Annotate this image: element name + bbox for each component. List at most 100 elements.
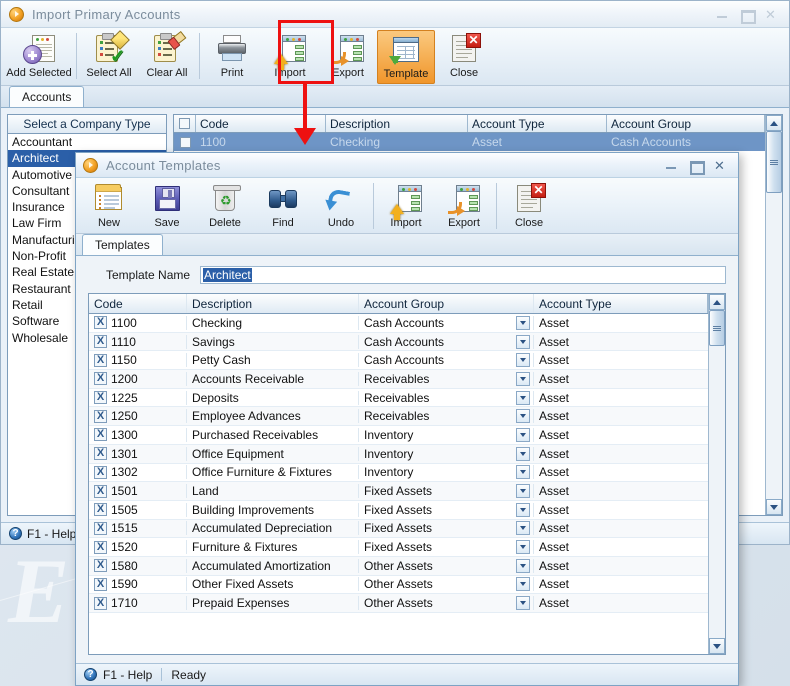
help-icon[interactable]: ? (9, 527, 22, 540)
chevron-down-icon[interactable] (516, 502, 530, 517)
cell-account-group[interactable]: Inventory (359, 465, 534, 480)
scrollbar-track[interactable] (709, 310, 725, 638)
tab-templates[interactable]: Templates (82, 234, 163, 255)
table-row[interactable]: X 1250 Employee Advances Receivables Asset (89, 407, 708, 427)
dialog-button-close[interactable]: ✕ Close (500, 180, 558, 234)
column-header-account-group[interactable]: Account Group (359, 294, 534, 313)
toolbar-button-export[interactable]: Export (319, 30, 377, 84)
table-row[interactable]: X 1501 Land Fixed Assets Asset (89, 482, 708, 501)
column-header-code[interactable]: Code (89, 294, 187, 313)
delete-row-icon[interactable]: X (94, 335, 107, 349)
scroll-down-button[interactable] (766, 499, 782, 515)
column-header-code[interactable]: Code (196, 115, 326, 132)
table-row[interactable]: X 1300 Purchased Receivables Inventory Asset (89, 426, 708, 445)
chevron-down-icon[interactable] (516, 521, 530, 536)
column-header-description[interactable]: Description (187, 294, 359, 313)
dialog-close-icon[interactable]: ✕ (713, 159, 726, 172)
table-row[interactable]: X 1301 Office Equipment Inventory Asset (89, 444, 708, 464)
tab-accounts[interactable]: Accounts (9, 86, 85, 107)
scroll-up-button[interactable] (766, 115, 782, 131)
cell-account-group[interactable]: Inventory (359, 427, 534, 442)
cell-account-group[interactable]: Fixed Assets (359, 484, 534, 499)
dialog-minimize-icon[interactable] (665, 159, 678, 172)
delete-row-icon[interactable]: X (94, 596, 107, 610)
chevron-down-icon[interactable] (516, 409, 530, 424)
cell-account-group[interactable]: Other Assets (359, 558, 534, 573)
chevron-down-icon[interactable] (516, 446, 530, 461)
cell-account-group[interactable]: Cash Accounts (359, 353, 534, 368)
toolbar-button-import[interactable]: Import (261, 30, 319, 84)
delete-row-icon[interactable]: X (94, 540, 107, 554)
template-name-input[interactable]: Architect (200, 266, 726, 284)
accounts-grid-scrollbar[interactable] (765, 115, 782, 515)
chevron-down-icon[interactable] (516, 315, 530, 330)
select-all-checkbox-header[interactable] (174, 115, 196, 132)
minimize-icon[interactable] (716, 8, 729, 21)
dialog-button-save[interactable]: Save (138, 180, 196, 234)
checkbox-icon[interactable] (179, 118, 190, 129)
toolbar-button-select-all[interactable]: ✓ Select All (80, 30, 138, 84)
table-row[interactable]: X 1100 Checking Cash Accounts Asset (89, 314, 708, 333)
chevron-down-icon[interactable] (516, 596, 530, 611)
delete-row-icon[interactable]: X (94, 465, 107, 479)
table-row[interactable]: X 1590 Other Fixed Assets Other Assets Asset (89, 576, 708, 595)
chevron-down-icon[interactable] (516, 577, 530, 592)
delete-row-icon[interactable]: X (94, 484, 107, 498)
cell-account-group[interactable]: Cash Accounts (359, 315, 534, 330)
toolbar-button-clear-all[interactable]: Clear All (138, 30, 196, 84)
help-icon[interactable]: ? (84, 668, 97, 681)
cell-account-group[interactable]: Other Assets (359, 577, 534, 592)
delete-row-icon[interactable]: X (94, 409, 107, 423)
toolbar-button-add-selected[interactable]: Add Selected (5, 30, 73, 84)
toolbar-button-template[interactable]: Template (377, 30, 435, 84)
delete-row-icon[interactable]: X (94, 316, 107, 330)
delete-row-icon[interactable]: X (94, 503, 107, 517)
table-row[interactable]: X 1110 Savings Cash Accounts Asset (89, 332, 708, 352)
table-row[interactable]: 1100 Checking Asset Cash Accounts (174, 133, 765, 151)
chevron-down-icon[interactable] (516, 427, 530, 442)
scroll-up-button[interactable] (709, 294, 725, 310)
delete-row-icon[interactable]: X (94, 521, 107, 535)
table-row[interactable]: X 1710 Prepaid Expenses Other Assets Asset (89, 594, 708, 613)
delete-row-icon[interactable]: X (94, 372, 107, 386)
chevron-down-icon[interactable] (516, 334, 530, 349)
maximize-icon[interactable] (740, 8, 756, 24)
toolbar-button-print[interactable]: Print (203, 30, 261, 84)
chevron-down-icon[interactable] (516, 371, 530, 386)
cell-account-group[interactable]: Receivables (359, 390, 534, 405)
chevron-down-icon[interactable] (516, 465, 530, 480)
delete-row-icon[interactable]: X (94, 391, 107, 405)
delete-row-icon[interactable]: X (94, 577, 107, 591)
cell-account-group[interactable]: Fixed Assets (359, 502, 534, 517)
row-checkbox-icon[interactable] (179, 136, 191, 148)
table-row[interactable]: X 1580 Accumulated Amortization Other Asset… (89, 556, 708, 576)
scroll-down-button[interactable] (709, 638, 725, 654)
cell-account-group[interactable]: Receivables (359, 409, 534, 424)
table-row[interactable]: X 1150 Petty Cash Cash Accounts Asset (89, 351, 708, 371)
dialog-maximize-icon[interactable] (689, 159, 705, 175)
scrollbar-track[interactable] (766, 131, 782, 499)
column-header-account-group[interactable]: Account Group (607, 115, 765, 132)
cell-account-group[interactable]: Cash Accounts (359, 334, 534, 349)
delete-row-icon[interactable]: X (94, 353, 107, 367)
column-header-account-type[interactable]: Account Type (534, 294, 708, 313)
table-row[interactable]: X 1200 Accounts Receivable Receivables Asset (89, 370, 708, 389)
cell-account-group[interactable]: Inventory (359, 446, 534, 461)
dialog-button-delete[interactable]: ♻ Delete (196, 180, 254, 234)
close-icon[interactable]: ✕ (764, 8, 777, 21)
column-header-account-type[interactable]: Account Type (468, 115, 607, 132)
cell-account-group[interactable]: Fixed Assets (359, 521, 534, 536)
table-row[interactable]: X 1515 Accumulated Depreciation Fixed Asset… (89, 519, 708, 539)
chevron-down-icon[interactable] (516, 540, 530, 555)
table-row[interactable]: X 1520 Furniture & Fixtures Fixed Assets Ass… (89, 538, 708, 557)
chevron-down-icon[interactable] (516, 484, 530, 499)
dialog-button-new[interactable]: New (80, 180, 138, 234)
dialog-button-find[interactable]: Find (254, 180, 312, 234)
dialog-button-undo[interactable]: Undo (312, 180, 370, 234)
delete-row-icon[interactable]: X (94, 447, 107, 461)
table-row[interactable]: X 1302 Office Furniture & Fixtures Inventor… (89, 464, 708, 483)
chevron-down-icon[interactable] (516, 353, 530, 368)
cell-account-group[interactable]: Other Assets (359, 596, 534, 611)
cell-account-group[interactable]: Fixed Assets (359, 540, 534, 555)
column-header-description[interactable]: Description (326, 115, 468, 132)
